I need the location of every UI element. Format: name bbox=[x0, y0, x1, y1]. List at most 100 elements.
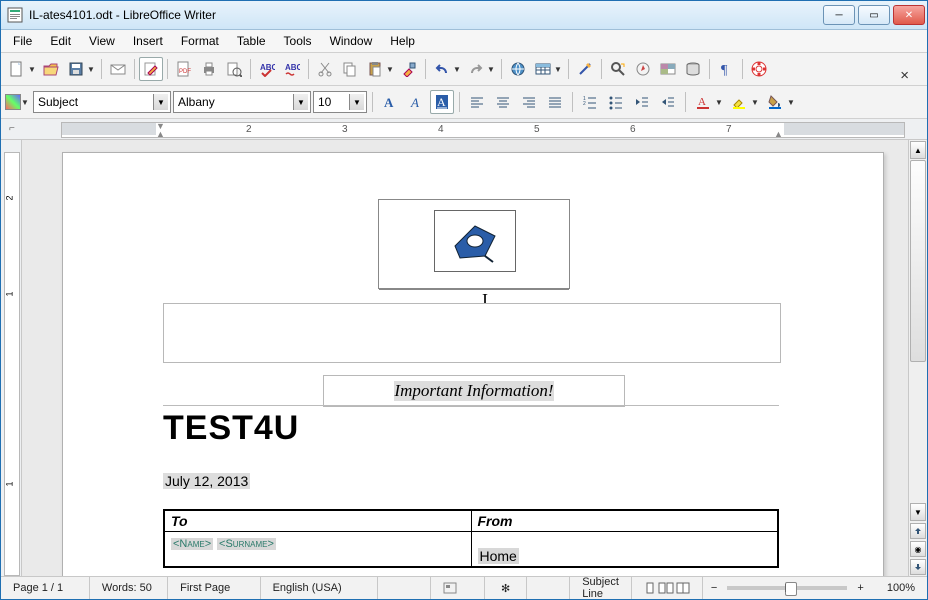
font-size-combo[interactable]: 10 ▼ bbox=[313, 91, 367, 113]
spellcheck-icon[interactable]: ABC bbox=[255, 57, 279, 81]
menu-insert[interactable]: Insert bbox=[125, 32, 171, 50]
chevron-down-icon[interactable]: ▼ bbox=[153, 94, 168, 110]
format-paintbrush-icon[interactable] bbox=[397, 57, 421, 81]
export-pdf-icon[interactable]: PDF bbox=[172, 57, 196, 81]
highlight-dropdown[interactable]: ▼ bbox=[751, 98, 759, 107]
insert-table-icon[interactable] bbox=[531, 57, 555, 81]
print-preview-icon[interactable] bbox=[222, 57, 246, 81]
print-icon[interactable] bbox=[197, 57, 221, 81]
status-insert-mode[interactable] bbox=[378, 577, 431, 599]
save-icon[interactable] bbox=[64, 57, 88, 81]
book-view-icon[interactable] bbox=[676, 582, 690, 594]
address-frame[interactable] bbox=[163, 303, 781, 363]
nonprinting-chars-icon[interactable]: ¶ bbox=[714, 57, 738, 81]
status-selection-mode[interactable] bbox=[431, 577, 484, 599]
to-header[interactable]: To bbox=[164, 510, 471, 532]
horizontal-ruler[interactable]: ⌐ ▼ ▲ 1 2 3 4 5 6 7 ▲ bbox=[1, 119, 927, 140]
new-doc-icon[interactable] bbox=[5, 57, 29, 81]
status-signature[interactable] bbox=[527, 577, 570, 599]
logo-frame[interactable] bbox=[378, 199, 570, 289]
status-language[interactable]: English (USA) bbox=[261, 577, 378, 599]
status-pagestyle[interactable]: First Page bbox=[168, 577, 260, 599]
numbered-list-icon[interactable]: 12 bbox=[578, 90, 602, 114]
help-icon[interactable] bbox=[747, 57, 771, 81]
underline-icon[interactable]: AA bbox=[430, 90, 454, 114]
status-section[interactable]: Subject Line bbox=[570, 577, 632, 599]
table-dropdown[interactable]: ▼ bbox=[554, 65, 562, 74]
redo-dropdown[interactable]: ▼ bbox=[487, 65, 495, 74]
bgcolor-dropdown[interactable]: ▼ bbox=[787, 98, 795, 107]
maximize-button[interactable]: ▭ bbox=[858, 5, 890, 25]
document-area[interactable]: I Important Information! TEST4U July 12,… bbox=[22, 140, 908, 576]
swatch-dropdown[interactable]: ▼ bbox=[21, 98, 29, 107]
scroll-up-button[interactable]: ▲ bbox=[910, 141, 926, 159]
menu-tools[interactable]: Tools bbox=[276, 32, 320, 50]
scroll-down-button[interactable]: ▼ bbox=[910, 503, 926, 521]
background-color-icon[interactable] bbox=[763, 90, 787, 114]
nav-target-button[interactable]: ◉ bbox=[910, 541, 926, 557]
zoom-percent[interactable]: 100% bbox=[872, 577, 927, 599]
from-value[interactable]: Home bbox=[478, 548, 519, 564]
find-replace-icon[interactable] bbox=[606, 57, 630, 81]
chevron-down-icon[interactable]: ▼ bbox=[293, 94, 308, 110]
bold-icon[interactable]: A bbox=[378, 90, 402, 114]
from-cell[interactable]: Home bbox=[471, 532, 778, 568]
align-left-icon[interactable] bbox=[465, 90, 489, 114]
edit-mode-icon[interactable] bbox=[139, 57, 163, 81]
status-modified-icon[interactable]: ✻ bbox=[485, 577, 528, 599]
status-words[interactable]: Words: 50 bbox=[90, 577, 168, 599]
navigator-icon[interactable] bbox=[631, 57, 655, 81]
align-right-icon[interactable] bbox=[517, 90, 541, 114]
menu-view[interactable]: View bbox=[81, 32, 123, 50]
letter-table[interactable]: To From <Name> <Surname> Home bbox=[163, 509, 779, 568]
scroll-track[interactable] bbox=[910, 160, 926, 502]
italic-icon[interactable]: A bbox=[404, 90, 428, 114]
increase-indent-icon[interactable] bbox=[656, 90, 680, 114]
font-name-combo[interactable]: Albany ▼ bbox=[173, 91, 311, 113]
zoom-slider[interactable] bbox=[727, 586, 847, 590]
prev-page-button[interactable] bbox=[910, 523, 926, 539]
zoom-out-button[interactable]: − bbox=[707, 582, 721, 594]
single-page-icon[interactable] bbox=[644, 582, 656, 594]
undo-icon[interactable] bbox=[430, 57, 454, 81]
cut-icon[interactable] bbox=[313, 57, 337, 81]
data-sources-icon[interactable] bbox=[681, 57, 705, 81]
zoom-knob[interactable] bbox=[785, 582, 797, 596]
highlight-icon[interactable] bbox=[727, 90, 751, 114]
hyperlink-icon[interactable] bbox=[506, 57, 530, 81]
minimize-button[interactable]: ─ bbox=[823, 5, 855, 25]
chevron-down-icon[interactable]: ▼ bbox=[349, 94, 364, 110]
menu-help[interactable]: Help bbox=[382, 32, 423, 50]
decrease-indent-icon[interactable] bbox=[630, 90, 654, 114]
bullet-list-icon[interactable] bbox=[604, 90, 628, 114]
font-color-icon[interactable]: A bbox=[691, 90, 715, 114]
document-date[interactable]: July 12, 2013 bbox=[163, 473, 250, 489]
menu-format[interactable]: Format bbox=[173, 32, 227, 50]
para-style-combo[interactable]: Subject ▼ bbox=[33, 91, 171, 113]
to-cell[interactable]: <Name> <Surname> bbox=[164, 532, 471, 568]
from-header[interactable]: From bbox=[471, 510, 778, 532]
auto-spellcheck-icon[interactable]: ABC bbox=[280, 57, 304, 81]
gallery-icon[interactable] bbox=[656, 57, 680, 81]
menu-table[interactable]: Table bbox=[229, 32, 274, 50]
align-center-icon[interactable] bbox=[491, 90, 515, 114]
heading-frame[interactable]: Important Information! bbox=[323, 375, 625, 407]
vertical-scrollbar[interactable]: ▲ ▼ ◉ bbox=[908, 140, 927, 576]
redo-icon[interactable] bbox=[464, 57, 488, 81]
menu-edit[interactable]: Edit bbox=[42, 32, 79, 50]
email-icon[interactable] bbox=[106, 57, 130, 81]
paste-icon[interactable] bbox=[363, 57, 387, 81]
logo-image[interactable] bbox=[434, 210, 516, 272]
multi-page-icon[interactable] bbox=[658, 582, 674, 594]
copy-icon[interactable] bbox=[338, 57, 362, 81]
document-close-button[interactable]: × bbox=[892, 65, 917, 86]
save-dropdown[interactable]: ▼ bbox=[87, 65, 95, 74]
scroll-thumb[interactable] bbox=[910, 160, 926, 362]
close-button[interactable]: ✕ bbox=[893, 5, 925, 25]
new-doc-dropdown[interactable]: ▼ bbox=[28, 65, 36, 74]
surname-field[interactable]: <Surname> bbox=[217, 538, 276, 550]
menu-file[interactable]: File bbox=[5, 32, 40, 50]
zoom-in-button[interactable]: + bbox=[853, 582, 867, 594]
vertical-ruler[interactable]: 2 1 1 bbox=[1, 140, 22, 576]
status-page[interactable]: Page 1 / 1 bbox=[1, 577, 90, 599]
